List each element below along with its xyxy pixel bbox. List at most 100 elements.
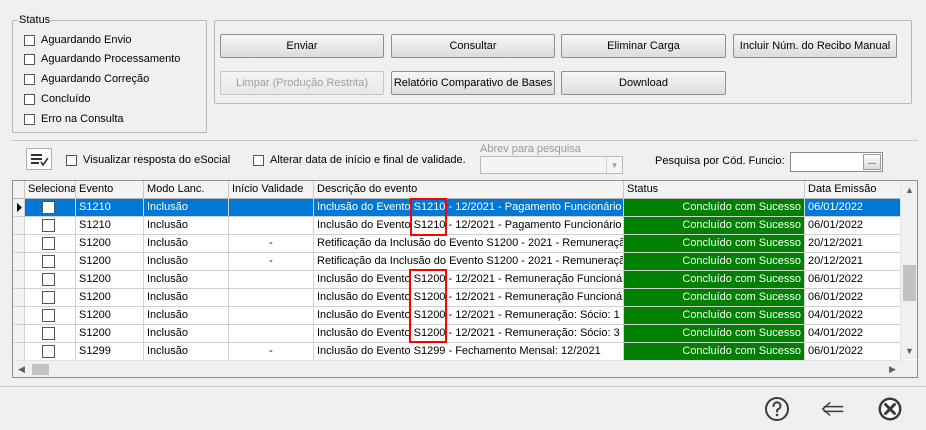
cell-modo-lanc: Inclusão: [144, 289, 229, 306]
back-button[interactable]: [820, 396, 846, 422]
incluir-recibo-button[interactable]: Incluir Núm. do Recibo Manual: [733, 34, 897, 58]
status-aguardando-envio[interactable]: Aguardando Envio: [24, 33, 132, 47]
limpar-producao-button[interactable]: Limpar (Produção Restrita): [220, 71, 384, 95]
cell-status: Concluído com Sucesso: [624, 343, 805, 360]
row-checkbox[interactable]: [42, 327, 55, 340]
cell-data-emissao: 06/01/2022: [805, 199, 901, 216]
table-row[interactable]: S1200 Inclusão Inclusão do Evento S1200 - …: [13, 307, 901, 325]
scroll-corner: [900, 360, 917, 377]
scroll-thumb[interactable]: [903, 265, 916, 301]
cell-data-emissao: 06/01/2022: [805, 217, 901, 234]
cell-evento: S1200: [76, 235, 144, 252]
row-indicator: [13, 235, 25, 252]
checkbox[interactable]: [24, 34, 35, 46]
horizontal-scrollbar[interactable]: ◀ ▶: [13, 360, 901, 377]
cell-modo-lanc: Inclusão: [144, 253, 229, 270]
table-row[interactable]: S1200 Inclusão - Retificação da Inclusão do…: [13, 253, 901, 271]
col-status[interactable]: Status: [624, 181, 805, 199]
cell-inicio-validade: [229, 325, 314, 342]
table-row[interactable]: S1200 Inclusão Inclusão do Evento S1200 - …: [13, 271, 901, 289]
row-checkbox[interactable]: [42, 345, 55, 358]
scroll-right-icon[interactable]: ▶: [884, 361, 901, 377]
col-inicio-validade[interactable]: Início Validade: [229, 181, 314, 199]
checkbox[interactable]: [66, 154, 77, 166]
cell-modo-lanc: Inclusão: [144, 343, 229, 360]
checklist-icon: [31, 154, 49, 167]
checkbox[interactable]: [24, 53, 35, 65]
col-modo-lanc[interactable]: Modo Lanc.: [144, 181, 229, 199]
cell-modo-lanc: Inclusão: [144, 199, 229, 216]
alterar-data-option[interactable]: Alterar data de início e final de valida…: [253, 153, 466, 167]
row-indicator: [13, 199, 25, 216]
checkbox[interactable]: [24, 113, 35, 125]
scroll-down-icon[interactable]: ▼: [901, 342, 917, 359]
relatorio-comparativo-button[interactable]: Relatório Comparativo de Bases: [391, 71, 555, 95]
col-seleciona[interactable]: Seleciona: [25, 181, 76, 199]
download-button[interactable]: Download: [561, 71, 726, 95]
table-row[interactable]: S1200 Inclusão - Retificação da Inclusão do…: [13, 235, 901, 253]
annotation-box: [409, 269, 447, 343]
col-data-emissao[interactable]: Data Emissão: [805, 181, 901, 199]
cell-descricao: Inclusão do Evento S1200 - 12/2021 - Rem…: [314, 325, 624, 342]
row-indicator: [13, 253, 25, 270]
checkbox[interactable]: [24, 73, 35, 85]
consultar-button[interactable]: Consultar: [391, 34, 555, 58]
cell-data-emissao: 04/01/2022: [805, 307, 901, 324]
cell-status: Concluído com Sucesso: [624, 325, 805, 342]
cell-data-emissao: 20/12/2021: [805, 253, 901, 270]
row-indicator: [13, 289, 25, 306]
row-checkbox[interactable]: [42, 273, 55, 286]
row-checkbox[interactable]: [42, 291, 55, 304]
question-circle-icon: [765, 397, 789, 421]
table-row[interactable]: S1200 Inclusão Inclusão do Evento S1200 - …: [13, 325, 901, 343]
checkbox[interactable]: [253, 154, 264, 166]
cell-evento: S1200: [76, 253, 144, 270]
table-row[interactable]: S1200 Inclusão Inclusão do Evento S1200 - …: [13, 289, 901, 307]
current-row-icon: [17, 203, 22, 212]
eliminar-carga-button[interactable]: Eliminar Carga: [561, 34, 726, 58]
col-descricao[interactable]: Descrição do evento: [314, 181, 624, 199]
status-aguardando-processamento[interactable]: Aguardando Processamento: [24, 52, 180, 66]
row-checkbox[interactable]: [42, 219, 55, 232]
cell-inicio-validade: [229, 289, 314, 306]
scroll-left-icon[interactable]: ◀: [13, 361, 30, 377]
row-indicator: [13, 217, 25, 234]
checkbox[interactable]: [24, 93, 35, 105]
status-group-title: Status: [18, 14, 52, 26]
table-row[interactable]: S1210 Inclusão Inclusão do Evento S1210 - …: [13, 217, 901, 235]
cell-data-emissao: 06/01/2022: [805, 343, 901, 360]
chevron-down-icon[interactable]: ▼: [606, 157, 622, 173]
filter-list-button[interactable]: [26, 148, 52, 170]
cell-inicio-validade: -: [229, 235, 314, 252]
vertical-scrollbar[interactable]: ▲ ▼: [900, 181, 917, 359]
scroll-up-icon[interactable]: ▲: [901, 181, 917, 198]
header-indicator: [13, 181, 25, 199]
cell-data-emissao: 04/01/2022: [805, 325, 901, 342]
cell-descricao: Inclusão do Evento S1210 - 12/2021 - Pag…: [314, 217, 624, 234]
status-aguardando-correcao[interactable]: Aguardando Correção: [24, 72, 149, 86]
status-erro-consulta[interactable]: Erro na Consulta: [24, 112, 124, 126]
ellipsis-button[interactable]: ...: [863, 154, 881, 170]
visualizar-resposta-option[interactable]: Visualizar resposta do eSocial: [66, 153, 230, 167]
status-concluido[interactable]: Concluído: [24, 92, 91, 106]
cell-status: Concluído com Sucesso: [624, 271, 805, 288]
row-checkbox[interactable]: [42, 201, 55, 214]
cell-modo-lanc: Inclusão: [144, 307, 229, 324]
col-evento[interactable]: Evento: [76, 181, 144, 199]
cell-status: Concluído com Sucesso: [624, 235, 805, 252]
cell-inicio-validade: [229, 307, 314, 324]
cell-descricao: Inclusão do Evento S1200 - 12/2021 - Rem…: [314, 307, 624, 324]
table-row[interactable]: S1299 Inclusão - Inclusão do Evento S1299 -…: [13, 343, 901, 361]
row-checkbox[interactable]: [42, 237, 55, 250]
row-checkbox[interactable]: [42, 309, 55, 322]
cell-data-emissao: 20/12/2021: [805, 235, 901, 252]
enviar-button[interactable]: Enviar: [220, 34, 384, 58]
table-row[interactable]: S1210 Inclusão Inclusão do Evento S1210 - …: [13, 199, 901, 217]
abrev-dropdown[interactable]: ▼: [480, 156, 623, 174]
close-button[interactable]: [877, 396, 903, 422]
scroll-thumb[interactable]: [32, 364, 49, 375]
row-checkbox[interactable]: [42, 255, 55, 268]
row-indicator: [13, 343, 25, 360]
pesquisa-cod-funcio-input[interactable]: ...: [790, 152, 883, 172]
help-button[interactable]: [764, 396, 790, 422]
